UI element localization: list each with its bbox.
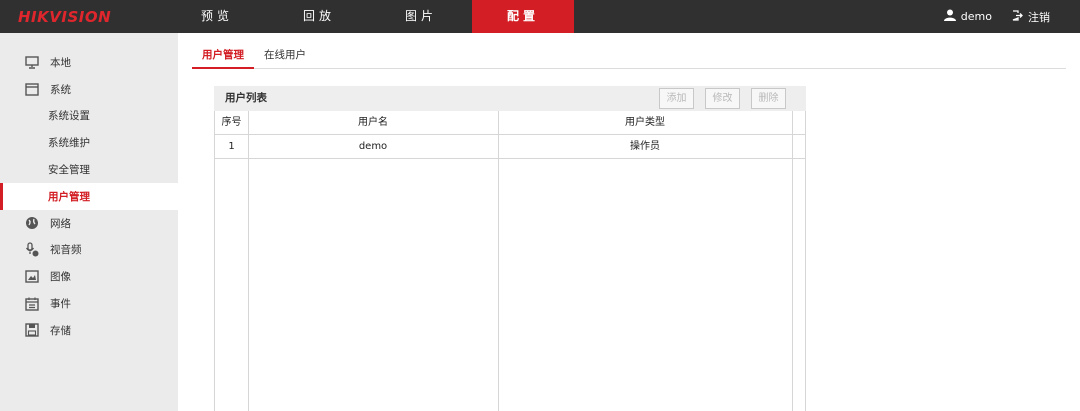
sidebar-item-label: 存储: [50, 324, 71, 337]
top-bar: HIKVISION 预览 回放 图片 配置 demo 注销: [0, 0, 1080, 33]
sidebar-item-system[interactable]: 系统: [0, 76, 178, 103]
logout-icon: [1012, 9, 1023, 24]
sidebar-item-label: 网络: [50, 217, 71, 230]
column-header-index: 序号: [221, 117, 242, 128]
sidebar-sub-user-management[interactable]: 用户管理: [0, 182, 178, 210]
cell-user-type: 操作员: [630, 141, 660, 152]
sidebar-item-network[interactable]: 网络: [0, 210, 178, 237]
sidebar-item-local[interactable]: 本地: [0, 49, 178, 76]
window-icon: [24, 81, 40, 97]
sidebar-item-event[interactable]: 事件: [0, 290, 178, 317]
delete-button[interactable]: 删除: [751, 88, 786, 109]
table-header-row: 序号 用户名 用户类型: [215, 111, 805, 135]
user-table: 序号 用户名 用户类型 1 demo 操作员: [214, 111, 806, 411]
tab-online-users[interactable]: 在线用户: [254, 44, 316, 69]
logout-button[interactable]: 注销: [1012, 9, 1050, 25]
add-button[interactable]: 添加: [659, 88, 694, 109]
panel-header: 用户列表 添加 修改 删除: [214, 86, 806, 111]
sidebar-sub-maintenance[interactable]: 系统维护: [0, 129, 178, 156]
sidebar-item-label: 图像: [50, 271, 71, 284]
hikvision-logo: HIKVISION: [18, 8, 112, 26]
nav-configuration[interactable]: 配置: [472, 0, 574, 33]
sidebar-item-label: 事件: [50, 298, 71, 311]
sidebar-item-storage[interactable]: 存储: [0, 317, 178, 344]
sidebar-item-label: 本地: [50, 56, 71, 69]
monitor-icon: [24, 54, 40, 70]
main-nav: 预览 回放 图片 配置: [166, 0, 574, 33]
sidebar-sub-security[interactable]: 安全管理: [0, 156, 178, 183]
column-header-user-type: 用户类型: [625, 117, 665, 128]
panel-title: 用户列表: [225, 92, 267, 104]
globe-icon: [24, 215, 40, 231]
sidebar: 本地 系统 系统设置 系统维护 安全管理 用户管理 网络 视音频 图像 事件 存…: [0, 33, 178, 411]
user-list-panel: 用户列表 添加 修改 删除 序号 用户名 用户类型 1 demo 操作员: [214, 86, 806, 411]
tab-user-management[interactable]: 用户管理: [192, 44, 254, 69]
user-area: demo 注销: [943, 0, 1050, 33]
modify-button[interactable]: 修改: [705, 88, 740, 109]
mic-icon: [24, 242, 40, 258]
cell-username: demo: [358, 141, 388, 152]
user-icon: [943, 9, 956, 24]
sidebar-item-label: 系统: [50, 83, 71, 96]
nav-playback[interactable]: 回放: [268, 0, 370, 33]
image-icon: [24, 269, 40, 285]
sidebar-item-image[interactable]: 图像: [0, 263, 178, 290]
sidebar-item-label: 视音频: [50, 244, 82, 257]
sidebar-item-video-audio[interactable]: 视音频: [0, 237, 178, 264]
logout-label: 注销: [1028, 10, 1050, 24]
table-row[interactable]: 1 demo 操作员: [215, 135, 805, 159]
content-tabs: 用户管理 在线用户: [192, 44, 1066, 69]
username: demo: [960, 10, 992, 23]
calendar-icon: [24, 296, 40, 312]
column-header-username: 用户名: [358, 117, 388, 128]
panel-buttons: 添加 修改 删除: [659, 88, 786, 109]
nav-picture[interactable]: 图片: [370, 0, 472, 33]
sidebar-sub-system-settings[interactable]: 系统设置: [0, 103, 178, 130]
nav-preview[interactable]: 预览: [166, 0, 268, 33]
cell-index: 1: [228, 141, 235, 152]
floppy-icon: [24, 322, 40, 338]
